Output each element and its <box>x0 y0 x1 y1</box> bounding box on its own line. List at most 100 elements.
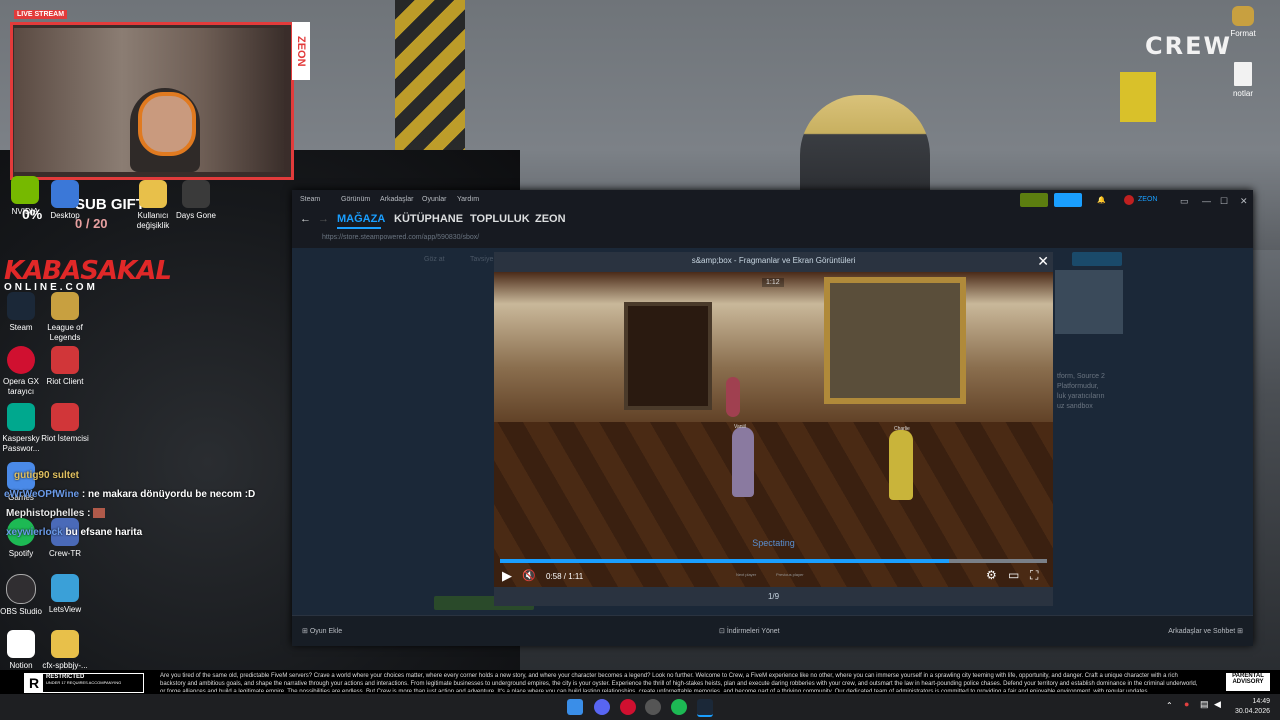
microphone-icon[interactable]: ● <box>1184 699 1189 709</box>
live-stream-badge: LIVE STREAM <box>14 10 68 19</box>
chat-text: : <box>87 508 91 519</box>
video-scene-wall <box>494 272 1053 432</box>
chat-user: eWrWeOPfWine <box>4 489 80 500</box>
steam-user-name[interactable]: ZEON <box>1138 196 1157 203</box>
video-scene-doorway <box>624 302 712 410</box>
clock-time: 14:49 <box>1252 698 1270 705</box>
tab-topluluk[interactable]: TOPLULUK <box>470 213 530 225</box>
forward-arrow-icon[interactable]: → <box>318 213 329 225</box>
desktop-icon-label: Kaspersky Passwor... <box>2 434 40 453</box>
kaspersky-icon <box>7 403 35 431</box>
steam-menu-arkadaslar[interactable]: Arkadaşlar <box>380 196 413 203</box>
desktop-icon-label: Days Gone <box>175 211 217 220</box>
promo-text: Are you tired of the same old, predictab… <box>160 673 1198 692</box>
parental-advisory-badge: PARENTAL ADVISORY <box>1226 673 1270 691</box>
avatar[interactable] <box>1124 195 1134 205</box>
league-icon <box>51 292 79 320</box>
desktop-icon-label: notlar <box>1232 89 1253 98</box>
desktop-icon-cfx[interactable]: cfx-spbbjy-... <box>40 630 90 671</box>
desktop-icon-notlar[interactable]: notlar <box>1218 62 1268 99</box>
media-page-indicator: 1/9 <box>767 592 780 601</box>
store-menu-recommend[interactable]: Tavsiye <box>470 256 493 263</box>
notion-icon <box>7 630 35 658</box>
friends-button[interactable] <box>1020 193 1048 207</box>
player-nameplate: Charlie <box>894 426 910 432</box>
days-gone-icon <box>182 180 210 208</box>
video-scene-painting <box>824 277 966 404</box>
back-arrow-icon[interactable]: ← <box>300 213 311 225</box>
modal-title: s&amp;box - Fragmanlar ve Ekran Görüntül… <box>691 256 856 265</box>
rating-letter-icon: R <box>25 674 43 692</box>
tab-zeon[interactable]: ZEON <box>535 213 566 225</box>
chat-user: xeywierlock <box>6 527 63 538</box>
desktop-icon-label: cfx-spbbjy-... <box>42 661 88 670</box>
volume-icon[interactable]: ◀ <box>1214 699 1221 710</box>
desktop-icon-riot-client[interactable]: Riot Client <box>40 346 90 387</box>
desktop-icon-label: Kullanıcı değişiklik <box>136 211 170 230</box>
desktop-icon-days-gone[interactable]: Days Gone <box>171 180 221 221</box>
steam-menu-steam[interactable]: Steam <box>300 196 320 203</box>
obs-icon <box>6 574 36 604</box>
maximize-icon[interactable]: ☐ <box>1220 196 1228 207</box>
desktop-icon-league[interactable]: League of Legends <box>40 292 90 343</box>
riot-icon <box>51 346 79 374</box>
desktop-icon-label: Format <box>1230 29 1256 38</box>
close-icon[interactable]: ✕ <box>1037 253 1049 270</box>
desktop-icon-label: Crew-TR <box>49 549 81 558</box>
add-game-button[interactable]: ⊞ Oyun Ekle <box>302 627 342 635</box>
steam-menu-yardim[interactable]: Yardım <box>457 196 479 203</box>
minimize-icon[interactable]: — <box>1202 196 1211 206</box>
video-scene-character <box>726 377 740 417</box>
tray-chevron-icon[interactable]: ⌃ <box>1166 701 1173 710</box>
gear-icon[interactable]: ⚙ <box>986 568 997 582</box>
manage-downloads-label: İndirmeleri Yönet <box>726 628 780 635</box>
spotify-icon[interactable] <box>671 699 687 715</box>
desktop-icon-desktop[interactable]: Desktop <box>40 180 90 221</box>
friends-chat-button[interactable]: Arkadaşlar ve Sohbet ⊞ <box>1168 627 1243 635</box>
plus-icon: ⊞ <box>302 628 308 635</box>
player-nameplate: Vaniil <box>734 424 746 430</box>
clock[interactable]: 14:49 30.04.2026 <box>1235 697 1270 717</box>
announcement-button[interactable] <box>1054 193 1082 207</box>
game-description: tform, Source 2 Platformudur, luk yaratı… <box>1057 373 1105 410</box>
network-icon[interactable]: ▤ <box>1200 699 1209 710</box>
video-progress-bar[interactable] <box>500 559 1047 563</box>
taskbar: ⌃ ● ▤ ◀ 14:49 30.04.2026 <box>0 694 1280 720</box>
play-icon[interactable]: ▶ <box>502 568 512 584</box>
add-game-label: Oyun Ekle <box>309 628 343 635</box>
theater-mode-icon[interactable]: ▭ <box>1008 568 1019 582</box>
bell-icon[interactable]: 🔔 <box>1097 196 1106 204</box>
obs-icon[interactable] <box>645 699 661 715</box>
tab-kutuphane[interactable]: KÜTÜPHANE <box>394 213 463 225</box>
windows-start-icon[interactable] <box>567 699 583 715</box>
store-menu-browse[interactable]: Göz at <box>424 256 445 263</box>
tab-magaza[interactable]: MAĞAZA <box>337 213 385 225</box>
mute-icon[interactable]: 🔇 <box>522 569 536 582</box>
close-icon[interactable]: ✕ <box>1240 196 1248 207</box>
fullscreen-icon[interactable]: ⛶ <box>1030 568 1038 583</box>
steam-menu-oyunlar[interactable]: Oyunlar <box>422 196 447 203</box>
chat-icon: ⊞ <box>1237 628 1243 635</box>
desktop-icon-letsview[interactable]: LetsView <box>40 574 90 615</box>
folder-icon <box>51 630 79 658</box>
video-player[interactable]: Vaniil Charlie 1:12 Spectating ▶ 🔇 0:58 … <box>494 272 1053 587</box>
chat-message: eWrWeOPfWine : ne makara dönüyordu be ne… <box>4 489 255 500</box>
monitor-icon[interactable]: ▭ <box>1180 196 1189 207</box>
folder-icon <box>139 180 167 208</box>
desktop-icon-label: League of Legends <box>47 323 83 342</box>
store-search[interactable] <box>1072 252 1122 266</box>
desktop-icon-crew-tr[interactable]: Crew-TR <box>40 518 90 559</box>
download-icon: ⊡ <box>719 628 725 635</box>
discord-icon[interactable] <box>594 699 610 715</box>
previous-player-hint: Previous player <box>776 572 804 577</box>
desktop-icon-riot-istemcisi[interactable]: Riot İstemcisi <box>40 403 90 444</box>
opera-gx-icon[interactable] <box>620 699 636 715</box>
url-bar[interactable]: https://store.steampowered.com/app/59083… <box>322 234 479 241</box>
video-scene-character <box>732 427 754 497</box>
desktop-icon-format[interactable]: Format <box>1218 6 1268 39</box>
media-modal: s&amp;box - Fragmanlar ve Ekran Görüntül… <box>494 252 1053 606</box>
desktop-icon-label: Riot Client <box>46 377 84 386</box>
steam-menu-gorunum[interactable]: Görünüm <box>341 196 370 203</box>
manage-downloads-button[interactable]: ⊡ İndirmeleri Yönet <box>719 627 780 635</box>
steam-icon[interactable] <box>697 699 713 717</box>
